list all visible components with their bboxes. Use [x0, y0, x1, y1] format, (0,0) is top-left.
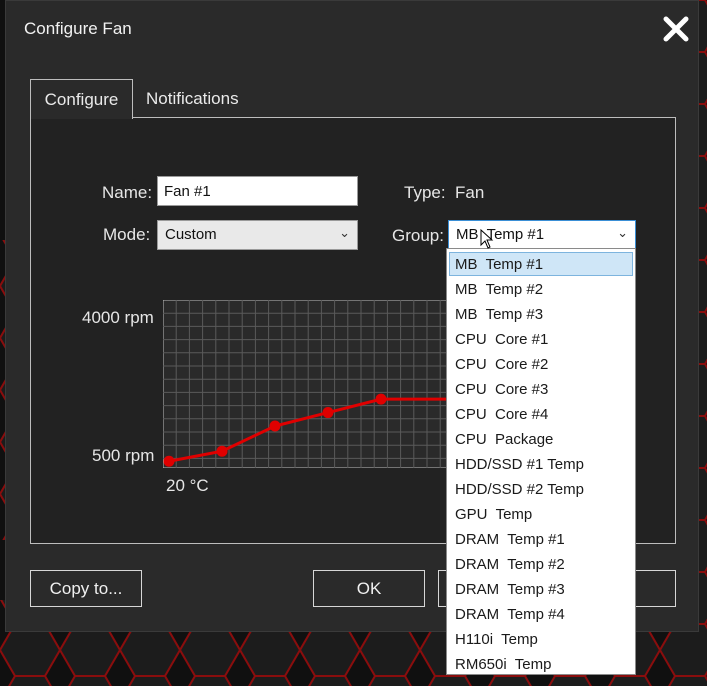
dialog-title: Configure Fan: [24, 19, 132, 38]
dropdown-option[interactable]: MB Temp #1: [449, 252, 633, 276]
name-label: Name:: [102, 183, 153, 202]
dropdown-option[interactable]: MB Temp #3: [449, 302, 633, 326]
dropdown-option[interactable]: GPU Temp: [449, 502, 633, 526]
dropdown-option[interactable]: CPU Core #4: [449, 402, 633, 426]
dropdown-option[interactable]: HDD/SSD #2 Temp: [449, 477, 633, 501]
mode-label: Mode:: [103, 225, 151, 244]
dropdown-option[interactable]: CPU Core #2: [449, 352, 633, 376]
dropdown-option[interactable]: CPU Core #1: [449, 327, 633, 351]
group-value: MB Temp #1: [456, 226, 545, 243]
y-max-label: 4000 rpm: [82, 308, 154, 327]
dropdown-option[interactable]: MB Temp #2: [449, 277, 633, 301]
curve-point[interactable]: [269, 420, 281, 432]
y-min-label: 500 rpm: [92, 446, 155, 465]
type-value: Fan: [455, 183, 485, 202]
dropdown-option[interactable]: DRAM Temp #3: [449, 577, 633, 601]
fan-curve-graph[interactable]: [163, 300, 459, 468]
dropdown-option[interactable]: HDD/SSD #1 Temp: [449, 452, 633, 476]
group-label: Group:: [392, 226, 444, 245]
curve-point[interactable]: [216, 445, 228, 457]
dropdown-option[interactable]: DRAM Temp #2: [449, 552, 633, 576]
type-label: Type:: [404, 183, 446, 202]
close-button[interactable]: [661, 14, 691, 44]
group-select[interactable]: MB Temp #1 ⌄: [448, 220, 636, 250]
dropdown-option[interactable]: DRAM Temp #4: [449, 602, 633, 626]
mode-value: Custom: [165, 226, 217, 243]
copy-to-button[interactable]: Copy to...: [30, 570, 142, 607]
name-field[interactable]: Fan #1: [157, 176, 358, 206]
tab-configure[interactable]: Configure: [30, 79, 133, 119]
x-min-label: 20 °C: [166, 476, 209, 495]
close-icon: [663, 16, 689, 42]
group-dropdown-list[interactable]: MB Temp #1 MB Temp #2 MB Temp #3 CPU Core #…: [446, 248, 636, 675]
title-bar: Configure Fan: [6, 1, 698, 55]
chevron-down-icon: ⌄: [617, 225, 628, 240]
curve-point[interactable]: [163, 455, 175, 467]
fan-curve-svg[interactable]: [163, 300, 459, 468]
mode-select[interactable]: Custom ⌄: [157, 220, 358, 250]
chevron-down-icon: ⌄: [339, 225, 350, 240]
curve-point[interactable]: [375, 393, 387, 405]
dropdown-option[interactable]: DRAM Temp #1: [449, 527, 633, 551]
ok-button[interactable]: OK: [313, 570, 425, 607]
dropdown-option[interactable]: CPU Core #3: [449, 377, 633, 401]
tab-notifications[interactable]: Notifications: [146, 79, 256, 119]
mouse-cursor-icon: [480, 229, 494, 249]
dropdown-option[interactable]: RM650i Temp: [449, 652, 633, 676]
dropdown-option[interactable]: H110i Temp: [449, 627, 633, 651]
dropdown-option[interactable]: CPU Package: [449, 427, 633, 451]
curve-point[interactable]: [322, 407, 334, 419]
